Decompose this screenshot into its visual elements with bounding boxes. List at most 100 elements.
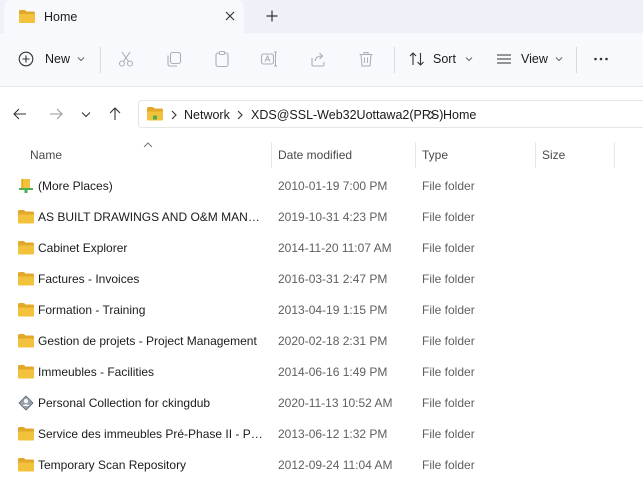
share-button[interactable] bbox=[309, 44, 327, 74]
clipboard-icon bbox=[215, 50, 229, 68]
column-header-name[interactable]: Name bbox=[30, 148, 62, 162]
close-tab-button[interactable] bbox=[220, 6, 240, 26]
file-type: File folder bbox=[422, 427, 475, 441]
file-name: Gestion de projets - Project Management bbox=[38, 334, 257, 348]
breadcrumb-home[interactable]: Home bbox=[443, 108, 476, 122]
file-type: File folder bbox=[422, 303, 475, 317]
new-tab-button[interactable] bbox=[262, 6, 282, 26]
arrow-right-icon bbox=[50, 108, 63, 120]
list-item[interactable]: (More Places) 2010-01-19 7:00 PM File fo… bbox=[0, 171, 643, 202]
file-type: File folder bbox=[422, 210, 475, 224]
arrow-left-icon bbox=[13, 108, 26, 120]
list-item[interactable]: Formation - Training 2013-04-19 1:15 PM … bbox=[0, 295, 643, 326]
scissors-icon bbox=[118, 51, 134, 67]
list-item[interactable]: Cabinet Explorer 2014-11-20 11:07 AM Fil… bbox=[0, 233, 643, 264]
list-item[interactable]: Immeubles - Facilities 2014-06-16 1:49 P… bbox=[0, 357, 643, 388]
arrow-up-icon bbox=[109, 107, 121, 120]
network-places-icon bbox=[17, 178, 35, 194]
back-button[interactable] bbox=[10, 104, 30, 124]
toolbar-divider bbox=[576, 47, 577, 73]
file-date: 2014-06-16 1:49 PM bbox=[278, 365, 388, 379]
tab-title: Home bbox=[44, 10, 78, 24]
trash-icon bbox=[359, 51, 373, 67]
chevron-right-icon bbox=[429, 110, 435, 120]
list-item[interactable]: AS BUILT DRAWINGS AND O&M MANUALS 2019-1… bbox=[0, 202, 643, 233]
file-date: 2019-10-31 4:23 PM bbox=[278, 210, 388, 224]
plus-icon bbox=[266, 10, 278, 22]
view-list-icon bbox=[497, 54, 511, 64]
folder-icon bbox=[17, 457, 35, 473]
folder-icon bbox=[17, 426, 35, 442]
column-resizer[interactable] bbox=[535, 142, 536, 168]
address-bar[interactable]: Network XDS@SSL-Web32Uottawa2(PRS) Home bbox=[138, 100, 643, 128]
file-name: AS BUILT DRAWINGS AND O&M MANUALS bbox=[38, 210, 268, 224]
folder-icon bbox=[17, 271, 35, 287]
toolbar-divider bbox=[100, 47, 101, 73]
column-resizer[interactable] bbox=[614, 142, 615, 168]
chevron-down-icon bbox=[555, 57, 563, 62]
file-name: Service des immeubles Pré-Phase II - Phy… bbox=[38, 427, 268, 441]
paste-button[interactable] bbox=[213, 44, 231, 74]
delete-button[interactable] bbox=[357, 44, 375, 74]
column-resizer[interactable] bbox=[415, 142, 416, 168]
column-header-type[interactable]: Type bbox=[422, 148, 448, 162]
file-name: Cabinet Explorer bbox=[38, 241, 128, 255]
chevron-right-icon bbox=[171, 110, 177, 120]
folder-icon bbox=[17, 364, 35, 380]
list-item[interactable]: Gestion de projets - Project Management … bbox=[0, 326, 643, 357]
file-type: File folder bbox=[422, 458, 475, 472]
chevron-down-icon bbox=[81, 111, 91, 117]
tab-home[interactable]: Home bbox=[4, 0, 244, 33]
column-header-date-modified[interactable]: Date modified bbox=[278, 148, 352, 162]
copy-icon bbox=[167, 51, 182, 67]
file-date: 2020-02-18 2:31 PM bbox=[278, 334, 388, 348]
file-type: File folder bbox=[422, 241, 475, 255]
folder-icon bbox=[18, 9, 36, 27]
address-bar-row: Network XDS@SSL-Web32Uottawa2(PRS) Home bbox=[0, 88, 643, 140]
column-header-size[interactable]: Size bbox=[542, 148, 565, 162]
copy-button[interactable] bbox=[165, 44, 183, 74]
file-name: Factures - Invoices bbox=[38, 272, 140, 286]
share-icon bbox=[311, 52, 325, 67]
folder-icon bbox=[17, 209, 35, 225]
forward-button[interactable] bbox=[46, 104, 66, 124]
file-type: File folder bbox=[422, 334, 475, 348]
chevron-down-icon bbox=[77, 57, 85, 62]
file-name: Temporary Scan Repository bbox=[38, 458, 187, 472]
chevron-down-icon bbox=[465, 57, 473, 62]
list-item[interactable]: Personal Collection for ckingdub 2020-11… bbox=[0, 388, 643, 419]
up-button[interactable] bbox=[105, 104, 125, 124]
file-date: 2016-03-31 2:47 PM bbox=[278, 272, 388, 286]
file-type: File folder bbox=[422, 396, 475, 410]
column-resizer[interactable] bbox=[271, 142, 272, 168]
column-headers: Name Date modified Type Size bbox=[0, 142, 643, 168]
list-item[interactable]: Temporary Scan Repository 2012-09-24 11:… bbox=[0, 450, 643, 481]
file-date: 2013-04-19 1:15 PM bbox=[278, 303, 388, 317]
add-circle-icon bbox=[18, 51, 34, 67]
rename-button[interactable] bbox=[260, 44, 278, 74]
file-date: 2012-09-24 11:04 AM bbox=[278, 458, 393, 472]
recent-locations-button[interactable] bbox=[76, 104, 96, 124]
sort-button[interactable]: Sort bbox=[408, 44, 473, 74]
breadcrumb-server[interactable]: XDS@SSL-Web32Uottawa2(PRS) bbox=[251, 108, 443, 122]
file-date: 2013-06-12 1:32 PM bbox=[278, 427, 388, 441]
file-type: File folder bbox=[422, 179, 475, 193]
breadcrumb-network[interactable]: Network bbox=[184, 108, 230, 122]
file-name: (More Places) bbox=[38, 179, 113, 193]
file-date: 2014-11-20 11:07 AM bbox=[278, 241, 392, 255]
command-bar: New Sort View bbox=[0, 33, 643, 87]
cut-button[interactable] bbox=[117, 44, 135, 74]
view-button-label: View bbox=[521, 52, 548, 66]
file-name: Personal Collection for ckingdub bbox=[38, 396, 211, 410]
close-icon bbox=[225, 11, 235, 21]
sort-button-label: Sort bbox=[433, 52, 456, 66]
sort-icon bbox=[409, 52, 424, 66]
folder-icon bbox=[17, 302, 35, 318]
list-item[interactable]: Factures - Invoices 2016-03-31 2:47 PM F… bbox=[0, 264, 643, 295]
more-options-button[interactable] bbox=[592, 44, 610, 74]
list-item[interactable]: Service des immeubles Pré-Phase II - Phy… bbox=[0, 419, 643, 450]
file-type: File folder bbox=[422, 272, 475, 286]
view-button[interactable]: View bbox=[495, 44, 563, 74]
new-button[interactable]: New bbox=[18, 44, 85, 74]
rename-icon bbox=[260, 51, 277, 67]
